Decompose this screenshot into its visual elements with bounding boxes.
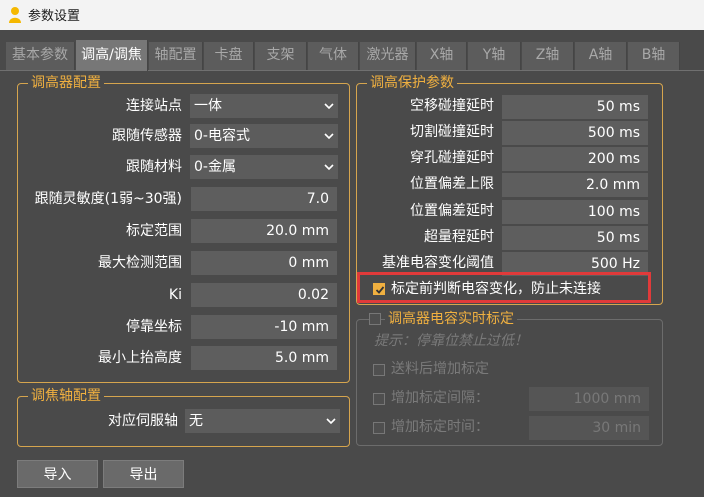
- park-coord-input[interactable]: -10 mm: [191, 315, 337, 339]
- calib-range-label: 标定范围: [126, 223, 182, 239]
- pierce-collision-delay-label: 穿孔碰撞延时: [410, 150, 494, 166]
- sensitivity-input[interactable]: 7.0: [191, 187, 337, 211]
- realtime-calib-hint: 提示：停靠位禁止过低！: [374, 333, 528, 349]
- idle-collision-delay-input[interactable]: 50 ms: [502, 95, 648, 119]
- connect-site-select[interactable]: 一体: [190, 94, 338, 118]
- chevron-down-icon: [324, 103, 334, 110]
- min-lift-input[interactable]: 5.0 mm: [191, 346, 337, 370]
- sensitivity-label: 跟随灵敏度(1弱~30强): [34, 191, 182, 207]
- calib-range-input[interactable]: 20.0 mm: [191, 219, 337, 243]
- max-detect-range-label: 最大检测范围: [98, 255, 182, 271]
- follow-sensor-select[interactable]: 0-电容式: [190, 124, 338, 148]
- check-before-calib-checkbox[interactable]: [373, 283, 385, 295]
- max-detect-range-input[interactable]: 0 mm: [191, 251, 337, 275]
- add-interval-input[interactable]: 1000 mm: [529, 387, 649, 411]
- group-title: 调高器配置: [28, 73, 104, 93]
- group-title: 调焦轴配置: [28, 386, 104, 406]
- ki-label: Ki: [168, 287, 182, 303]
- chevron-down-icon: [324, 164, 334, 171]
- position-dev-limit-input[interactable]: 2.0 mm: [502, 173, 648, 197]
- after-feed-checkbox[interactable]: [373, 364, 385, 376]
- tab-x-axis[interactable]: X轴: [417, 42, 467, 70]
- position-dev-limit-label: 位置偏差上限: [410, 176, 494, 192]
- tab-gas[interactable]: 气体: [308, 42, 359, 70]
- tab-bracket[interactable]: 支架: [255, 42, 307, 70]
- follow-material-value: 0-金属: [194, 159, 236, 175]
- tab-basic[interactable]: 基本参数: [6, 42, 75, 70]
- realtime-calib-title: 调高器电容实时标定: [385, 309, 517, 329]
- servo-axis-value: 无: [189, 413, 203, 429]
- connect-site-label: 连接站点: [126, 98, 182, 114]
- overrange-delay-input[interactable]: 50 ms: [502, 226, 648, 250]
- tab-height-focus[interactable]: 调高/调焦: [76, 40, 148, 71]
- after-feed-label: 送料后增加标定: [391, 361, 489, 377]
- tab-laser[interactable]: 激光器: [360, 42, 416, 70]
- tab-a-axis[interactable]: A轴: [575, 42, 627, 70]
- follow-material-label: 跟随材料: [126, 159, 182, 175]
- connect-site-value: 一体: [194, 98, 222, 114]
- tab-chuck[interactable]: 卡盘: [204, 42, 254, 70]
- overrange-delay-label: 超量程延时: [424, 229, 494, 245]
- tab-y-axis[interactable]: Y轴: [468, 42, 521, 70]
- add-time-input[interactable]: 30 min: [529, 416, 649, 440]
- tab-z-axis[interactable]: Z轴: [522, 42, 574, 70]
- add-time-checkbox[interactable]: [373, 422, 385, 434]
- export-button[interactable]: 导出: [103, 460, 184, 488]
- chevron-down-icon: [324, 133, 334, 140]
- title-bar: 参数设置: [0, 0, 704, 30]
- idle-collision-delay-label: 空移碰撞延时: [410, 98, 494, 114]
- add-interval-label: 增加标定间隔：: [391, 390, 489, 406]
- tab-bar: 基本参数 调高/调焦 轴配置 卡盘 支架 气体 激光器 X轴 Y轴 Z轴 A轴 …: [0, 40, 704, 71]
- cut-collision-delay-label: 切割碰撞延时: [410, 124, 494, 140]
- tab-axis-config[interactable]: 轴配置: [149, 42, 203, 70]
- servo-axis-label: 对应伺服轴: [108, 413, 178, 429]
- cut-collision-delay-input[interactable]: 500 ms: [502, 121, 648, 145]
- window-title: 参数设置: [28, 9, 81, 24]
- servo-axis-select[interactable]: 无: [185, 409, 340, 433]
- cap-change-threshold-label: 基准电容变化阈值: [382, 255, 494, 271]
- user-icon: [9, 7, 21, 23]
- chevron-down-icon: [326, 418, 336, 425]
- checkmark-icon: [375, 286, 385, 294]
- park-coord-label: 停靠坐标: [126, 319, 182, 335]
- follow-sensor-label: 跟随传感器: [112, 128, 182, 144]
- position-dev-delay-input[interactable]: 100 ms: [502, 200, 648, 224]
- realtime-calib-checkbox[interactable]: [369, 313, 381, 325]
- ki-input[interactable]: 0.02: [191, 283, 337, 307]
- tab-b-axis[interactable]: B轴: [628, 42, 680, 70]
- position-dev-delay-label: 位置偏差延时: [410, 203, 494, 219]
- pierce-collision-delay-input[interactable]: 200 ms: [502, 147, 648, 171]
- check-before-calib-label[interactable]: 标定前判断电容变化，防止未连接: [391, 279, 601, 299]
- add-interval-checkbox[interactable]: [373, 393, 385, 405]
- follow-sensor-value: 0-电容式: [194, 128, 250, 144]
- min-lift-label: 最小上抬高度: [98, 350, 182, 366]
- follow-material-select[interactable]: 0-金属: [190, 155, 338, 179]
- import-button[interactable]: 导入: [17, 460, 98, 488]
- group-title: 调高保护参数: [367, 73, 457, 93]
- add-time-label: 增加标定时间：: [391, 419, 489, 435]
